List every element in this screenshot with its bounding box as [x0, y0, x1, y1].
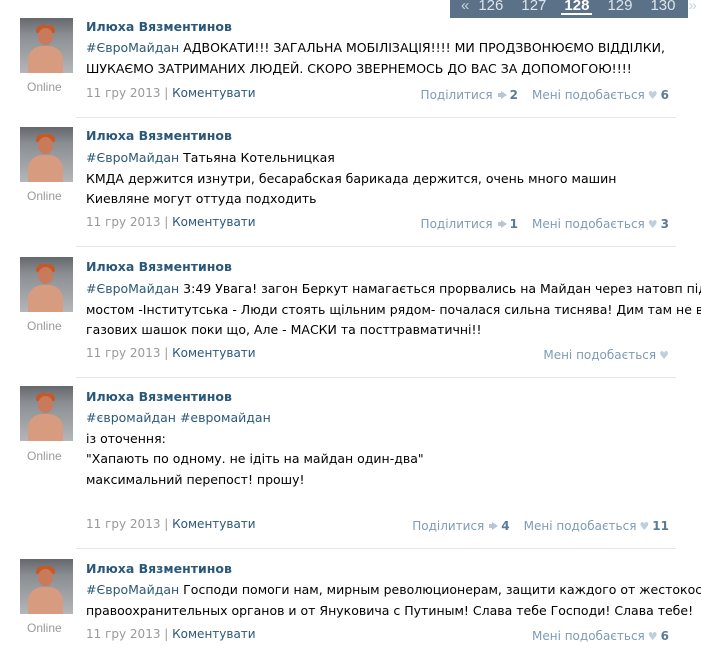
post-actions: Поділитися 2 Мені подобається ♥ 6 [421, 88, 669, 102]
heart-icon: ♥ [647, 217, 658, 231]
heart-icon: ♥ [659, 348, 669, 362]
like-button[interactable]: Мені подобається [524, 519, 637, 533]
online-status: Online [27, 449, 62, 463]
share-count: 4 [501, 519, 510, 533]
post-meta: 11 гру 2013 | Коментувати [86, 627, 256, 641]
hashtag-link[interactable]: #ЄвроМайдан [86, 40, 179, 55]
avatar[interactable] [20, 386, 73, 441]
share-button[interactable]: Поділитися [421, 88, 493, 102]
post-actions: Поділитися 4 Мені подобається ♥ 11 [412, 519, 669, 533]
post-meta: 11 гру 2013 | Коментувати [86, 215, 256, 229]
author-name[interactable]: Илюха Вязментинов [86, 259, 232, 274]
online-status: Online [27, 319, 62, 333]
post-text: #ЄвроМайдан Господи помоги нам, мирным р… [86, 582, 701, 618]
megaphone-icon [489, 522, 499, 530]
post-divider [76, 246, 676, 247]
author-name[interactable]: Илюха Вязментинов [86, 19, 232, 34]
heart-icon: ♥ [647, 88, 658, 102]
post-actions: Поділитися 1 Мені подобається ♥ 3 [421, 217, 669, 231]
like-count: 3 [660, 217, 669, 231]
comment-link[interactable]: Коментувати [172, 346, 255, 360]
avatar[interactable] [20, 18, 73, 73]
post-date[interactable]: 11 гру 2013 [86, 215, 160, 229]
like-button[interactable]: Мені подобається [532, 217, 645, 231]
comment-link[interactable]: Коментувати [172, 215, 255, 229]
avatar[interactable] [20, 559, 73, 614]
comment-link[interactable]: Коментувати [172, 86, 255, 100]
post-text: #євромайдан #евромайдан із оточення: "Ха… [86, 410, 424, 487]
post-meta: 11 гру 2013 | Коментувати [86, 86, 256, 100]
hashtag-link[interactable]: #ЄвроМайдан [86, 150, 179, 165]
avatar[interactable] [20, 127, 73, 182]
share-button[interactable]: Поділитися [421, 217, 493, 231]
post-date[interactable]: 11 гру 2013 [86, 346, 160, 360]
post-text: #ЄвроМайдан АДВОКАТИ!!! ЗАГАЛЬНА МОБІЛІЗ… [86, 40, 665, 76]
online-status: Online [27, 80, 62, 94]
like-count: 6 [660, 629, 669, 643]
post-actions: Мені подобається ♥ [543, 348, 669, 362]
share-count: 2 [509, 88, 518, 102]
online-status: Online [27, 621, 62, 635]
post-actions: Мені подобається ♥ 6 [532, 629, 669, 643]
comment-link[interactable]: Коментувати [172, 517, 255, 531]
author-name[interactable]: Илюха Вязментинов [86, 128, 232, 143]
wall-post: Online Илюха Вязментинов #ЄвроМайдан АДВ… [0, 8, 701, 116]
like-count: 11 [652, 519, 669, 533]
like-button[interactable]: Мені подобається [532, 88, 645, 102]
wall-post: Online Илюха Вязментинов #євромайдан #ев… [0, 377, 701, 547]
post-divider [76, 377, 676, 378]
avatar[interactable] [20, 257, 73, 312]
post-date[interactable]: 11 гру 2013 [86, 517, 160, 531]
post-date[interactable]: 11 гру 2013 [86, 86, 160, 100]
hashtag-link[interactable]: #ЄвроМайдан [86, 281, 179, 296]
wall-post: Online Илюха Вязментинов #ЄвроМайдан Гос… [0, 548, 701, 655]
like-button[interactable]: Мені подобається [532, 629, 645, 643]
heart-icon: ♥ [647, 629, 658, 643]
author-name[interactable]: Илюха Вязментинов [86, 561, 232, 576]
post-meta: 11 гру 2013 | Коментувати [86, 517, 256, 531]
like-count: 6 [660, 88, 669, 102]
comment-link[interactable]: Коментувати [172, 627, 255, 641]
heart-icon: ♥ [639, 519, 650, 533]
hashtag-link[interactable]: #євромайдан #евромайдан [86, 410, 271, 425]
post-date[interactable]: 11 гру 2013 [86, 627, 160, 641]
post-divider [76, 548, 676, 549]
wall-post: Online Илюха Вязментинов #ЄвроМайдан 3:4… [0, 246, 701, 376]
post-text: #ЄвроМайдан Татьяна Котельницкая КМДА де… [86, 150, 617, 206]
megaphone-icon [497, 220, 507, 228]
post-divider [76, 117, 676, 118]
online-status: Online [27, 189, 62, 203]
wall-post: Online Илюха Вязментинов #ЄвроМайдан Тат… [0, 117, 701, 245]
author-name[interactable]: Илюха Вязментинов [86, 389, 232, 404]
post-text: #ЄвроМайдан 3:49 Увага! загон Беркут нам… [86, 281, 701, 337]
hashtag-link[interactable]: #ЄвроМайдан [86, 582, 179, 597]
megaphone-icon [497, 91, 507, 99]
share-button[interactable]: Поділитися [412, 519, 484, 533]
like-button[interactable]: Мені подобається [543, 348, 656, 362]
post-meta: 11 гру 2013 | Коментувати [86, 346, 256, 360]
share-count: 1 [509, 217, 518, 231]
